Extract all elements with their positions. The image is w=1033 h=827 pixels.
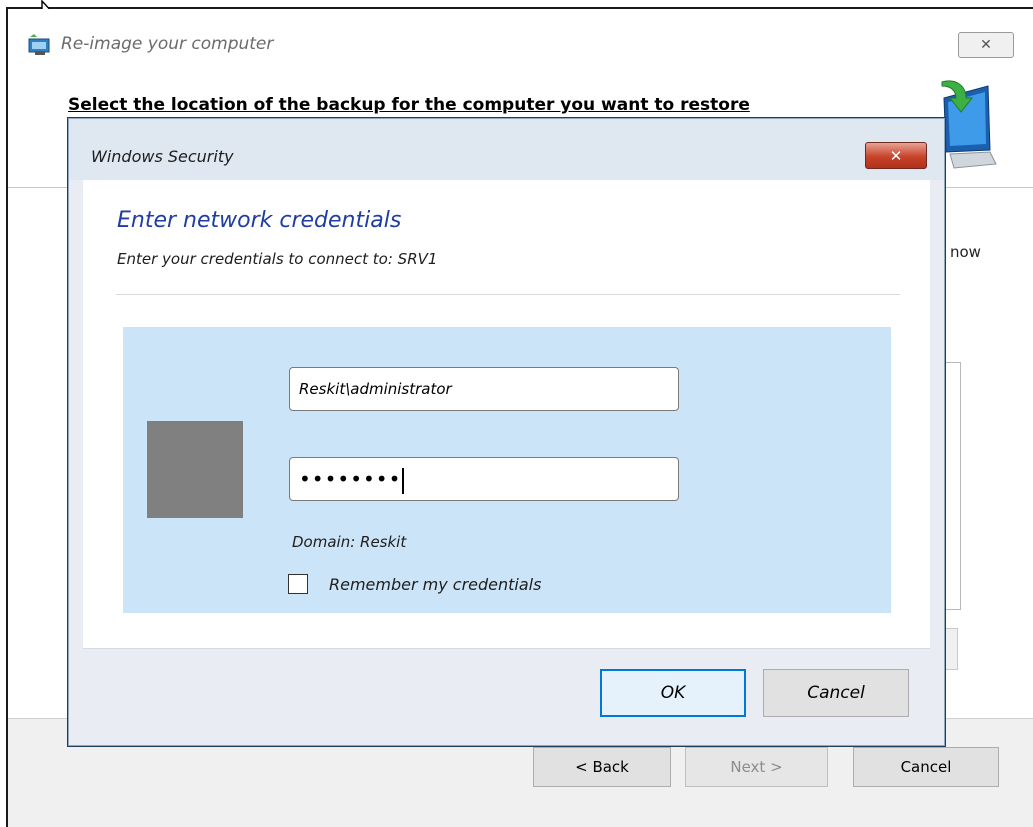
dialog-title: Windows Security xyxy=(91,147,234,166)
dialog-content: Enter network credentials Enter your cre… xyxy=(83,180,930,648)
background-window-title: Re-image your computer xyxy=(61,34,274,54)
remember-credentials-row[interactable]: Remember my credentials xyxy=(288,574,541,594)
password-mask: •••••••• xyxy=(299,467,402,491)
dialog-cancel-button[interactable]: Cancel xyxy=(763,669,909,717)
credential-panel: Reskit\administrator •••••••• Domain: Re… xyxy=(123,327,891,613)
dialog-footer-divider xyxy=(83,648,930,649)
window-app-icon xyxy=(28,34,50,55)
ok-button[interactable]: OK xyxy=(600,669,746,717)
dialog-heading: Enter network credentials xyxy=(117,208,402,233)
dialog-titlebar: Windows Security ✕ xyxy=(69,119,944,180)
domain-label: Domain: Reskit xyxy=(292,533,407,551)
text-caret xyxy=(402,467,405,494)
username-field[interactable]: Reskit\administrator xyxy=(289,367,679,411)
background-partial-text: now xyxy=(950,243,981,261)
windows-security-dialog: Windows Security ✕ Enter network credent… xyxy=(67,117,946,747)
background-partial-button[interactable] xyxy=(945,628,958,670)
username-value: Reskit\administrator xyxy=(299,380,452,398)
dialog-close-button[interactable]: ✕ xyxy=(865,142,927,169)
password-field[interactable]: •••••••• xyxy=(289,457,679,501)
dialog-separator xyxy=(116,294,900,295)
background-heading: Select the location of the backup for th… xyxy=(68,95,750,115)
background-backup-list[interactable] xyxy=(945,362,961,610)
background-cancel-button[interactable]: Cancel xyxy=(853,747,999,787)
remember-credentials-label[interactable]: Remember my credentials xyxy=(329,575,541,594)
dialog-subheading: Enter your credentials to connect to: SR… xyxy=(117,250,438,268)
user-tile-icon xyxy=(147,421,243,518)
background-close-button[interactable]: ✕ xyxy=(958,32,1014,58)
remember-credentials-checkbox[interactable] xyxy=(288,574,308,594)
next-button[interactable]: Next > xyxy=(685,747,828,787)
back-button[interactable]: < Back xyxy=(533,747,671,787)
close-icon: ✕ xyxy=(889,146,903,165)
close-icon: ✕ xyxy=(980,37,992,53)
